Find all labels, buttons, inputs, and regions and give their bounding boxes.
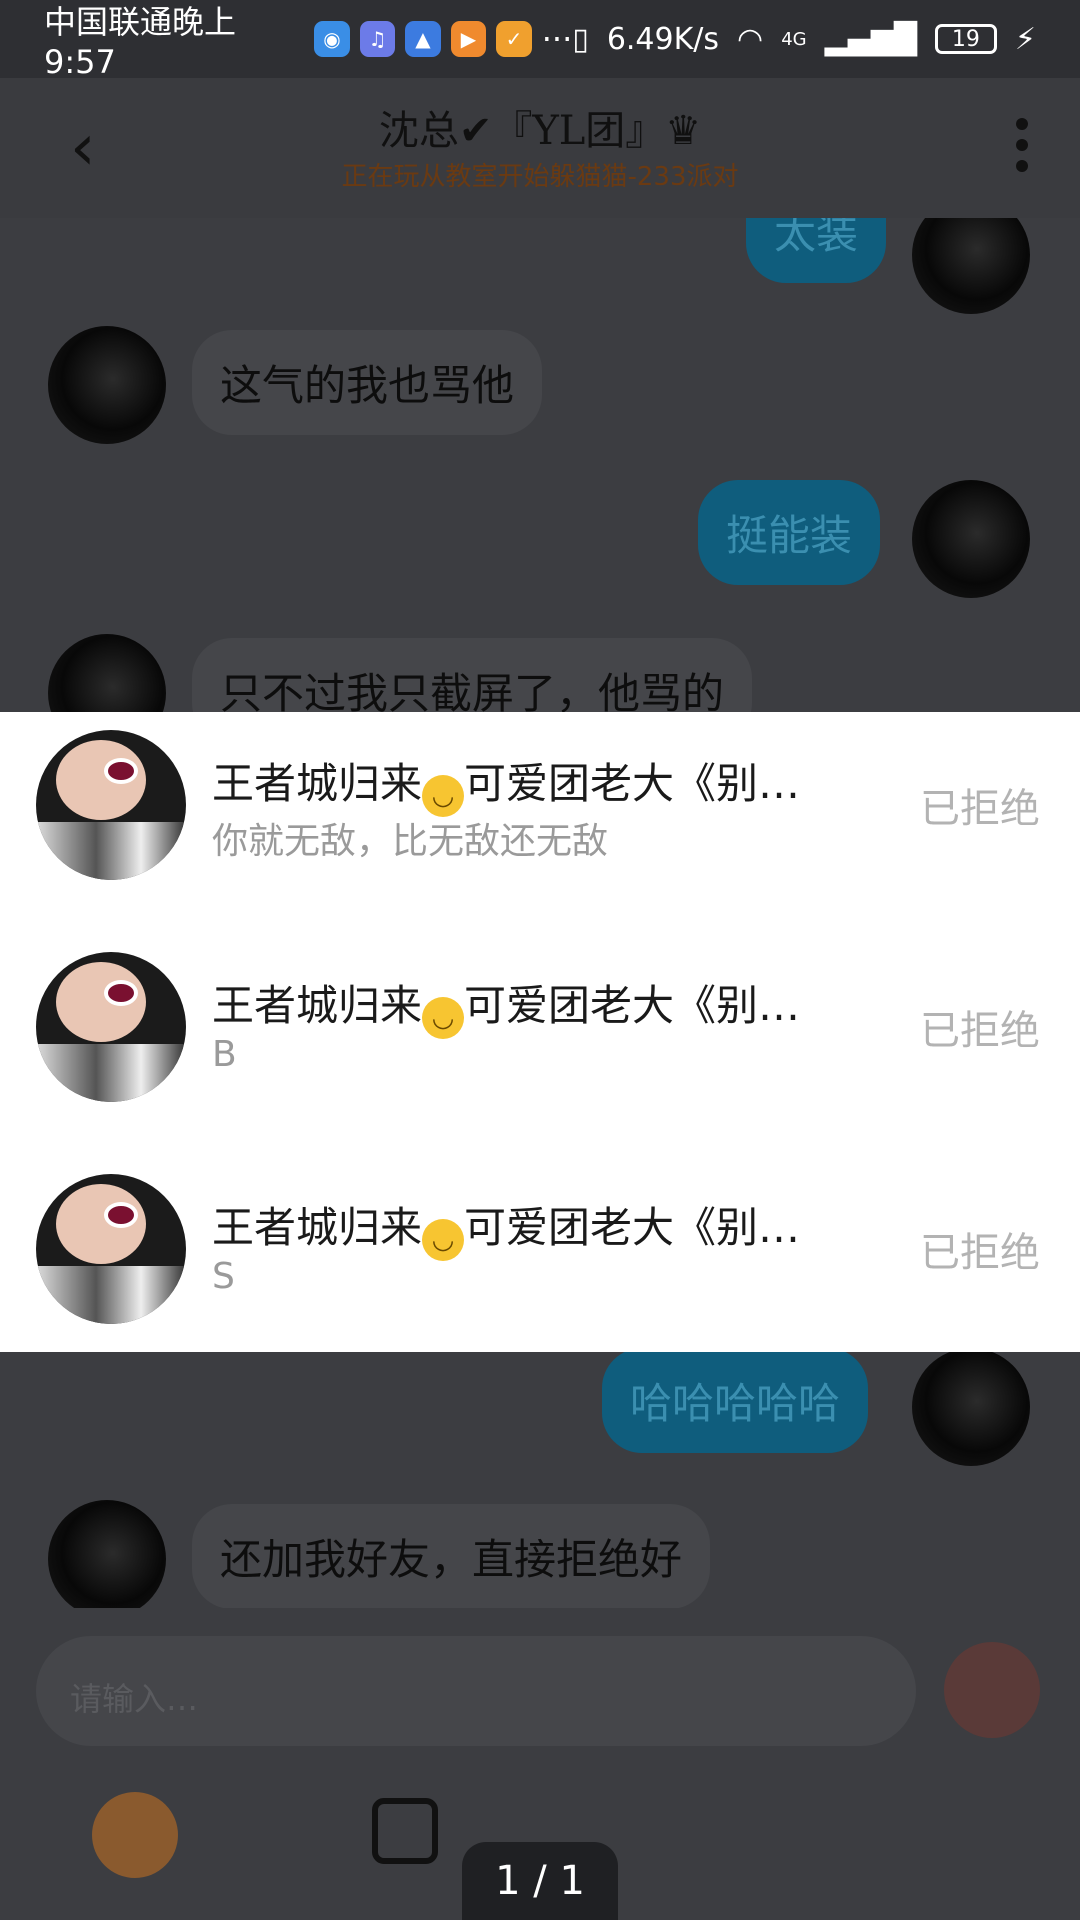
friend-request-item[interactable]: 王者城归来 ◡ 可爱团老大《别… B 已拒绝 — [0, 934, 1080, 1156]
request-message: S — [212, 1256, 235, 1297]
requester-name: 王者城归来 ◡ 可爱团老大《别… — [212, 750, 862, 817]
image-picker-icon[interactable] — [372, 1798, 438, 1864]
request-message: 你就无敌，比无敌还无敌 — [212, 821, 609, 862]
requester-name: 王者城归来 ◡ 可爱团老大《别… — [212, 1194, 862, 1261]
friend-request-item[interactable]: 王者城归来 ◡ 可爱团老大《别… 你就无敌，比无敌还无敌 已拒绝 — [0, 712, 1080, 934]
music-app-icon: ♫ — [359, 21, 396, 57]
more-options-icon[interactable] — [1016, 118, 1030, 172]
upside-down-face-icon: ◡ — [422, 775, 465, 817]
send-button[interactable] — [944, 1642, 1040, 1738]
chat-subtitle: 正在玩从教室开始躲猫猫-233派对 — [341, 162, 739, 192]
friend-avatar[interactable] — [48, 326, 166, 444]
request-status: 已拒绝 — [920, 1008, 1040, 1054]
requester-avatar[interactable] — [36, 1174, 186, 1324]
education-app-icon: ▲ — [405, 21, 441, 57]
upside-down-face-icon: ◡ — [422, 997, 465, 1039]
signal-icon: ▂▄▆█ — [824, 21, 917, 57]
requester-name: 王者城归来 ◡ 可爱团老大《别… — [212, 972, 862, 1039]
page-indicator: 1 / 1 — [462, 1842, 618, 1920]
friend-request-item[interactable]: 王者城归来 ◡ 可爱团老大《别… S 已拒绝 — [0, 1156, 1080, 1378]
chat-header: ‹ 沈总✔『YL团』♛ 正在玩从教室开始躲猫猫-233派对 — [0, 78, 1080, 218]
requester-avatar[interactable] — [36, 730, 186, 880]
wifi-icon: ◠ — [737, 21, 764, 57]
message-bubble-left[interactable]: 这气的我也骂他 — [192, 330, 543, 435]
battery-icon: 19 — [934, 24, 997, 54]
charging-icon: ⚡ — [1014, 21, 1036, 57]
wallet-app-icon: ✓ — [496, 21, 532, 57]
network-type: 4G — [781, 28, 807, 50]
more-notifications-icon: ··· — [541, 20, 573, 58]
request-status: 已拒绝 — [920, 786, 1040, 832]
emoji-sticker-icon[interactable] — [92, 1792, 178, 1878]
my-avatar[interactable] — [912, 218, 1030, 314]
chat-title: 沈总✔『YL团』♛ — [378, 108, 702, 154]
request-status: 已拒绝 — [920, 1230, 1040, 1276]
upside-down-face-icon: ◡ — [422, 1219, 465, 1261]
net-speed: 6.49K/s — [606, 21, 720, 57]
request-message: B — [212, 1034, 237, 1075]
requester-avatar[interactable] — [36, 952, 186, 1102]
carrier-time: 中国联通晚上9:57 — [44, 3, 237, 81]
browser-app-icon: ◉ — [314, 21, 350, 57]
message-bubble-right[interactable]: 太装 — [746, 218, 887, 283]
vibrate-icon: ▯ — [572, 21, 589, 57]
status-bar: 中国联通晚上9:57 ◉ ♫ ▲ ▶ ✓ ··· ▯ 6.49K/s ◠ 4G … — [0, 0, 1080, 81]
video-app-icon: ▶ — [450, 21, 487, 57]
my-avatar[interactable] — [912, 480, 1030, 598]
battery-level: 19 — [951, 26, 980, 52]
friend-avatar[interactable] — [48, 1500, 166, 1608]
message-bubble-right[interactable]: 挺能装 — [698, 480, 881, 585]
message-bubble-left[interactable]: 还加我好友，直接拒绝好 — [192, 1504, 711, 1608]
friend-request-list: 王者城归来 ◡ 可爱团老大《别… 你就无敌，比无敌还无敌 已拒绝 王者城归来 ◡ 可爱团… — [0, 712, 1080, 1352]
message-input[interactable]: 请输入… — [36, 1636, 916, 1746]
